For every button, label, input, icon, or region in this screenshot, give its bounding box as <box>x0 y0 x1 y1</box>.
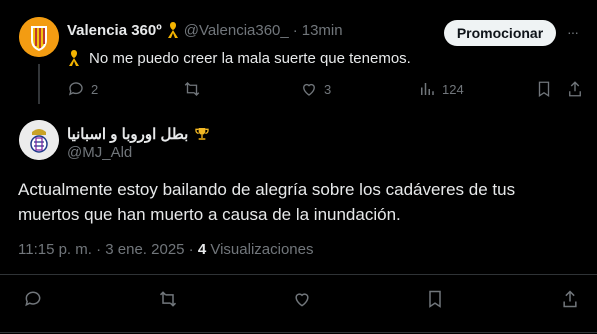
promote-button[interactable]: Promocionar <box>444 20 556 46</box>
trophy-icon <box>195 128 210 140</box>
parent-handle[interactable]: @Valencia360_ <box>184 22 289 39</box>
parent-tweet-text: No me puedo creer la mala suerte que ten… <box>89 49 411 67</box>
tweet-timestamp[interactable]: 11:15 p. m. · 3 ene. 2025 · <box>18 241 194 258</box>
reply-tweet-retweet-button[interactable] <box>158 289 178 309</box>
separator: · <box>292 21 298 39</box>
retweet-icon <box>159 291 177 307</box>
views-label: Visualizaciones <box>210 241 314 258</box>
thread-connector <box>38 64 40 104</box>
parent-display-name[interactable]: Valencia 360º <box>67 22 162 39</box>
real-madrid-crest-icon <box>19 120 59 160</box>
reply-tweet-like-button[interactable] <box>292 289 312 309</box>
actions-divider-bottom <box>0 332 597 333</box>
more-icon[interactable]: ··· <box>567 24 579 40</box>
reply-button[interactable]: 2 <box>67 80 98 98</box>
views-button[interactable]: 124 <box>418 80 464 98</box>
reply-tweet-reply-button[interactable] <box>23 289 43 309</box>
reply-tweet-bookmark-button[interactable] <box>426 289 444 309</box>
awareness-ribbon-icon <box>69 50 79 66</box>
tweet-metadata: 11:15 p. m. · 3 ene. 2025 · 4 Visualizac… <box>18 241 313 258</box>
views-icon <box>421 83 434 95</box>
retweet-icon <box>184 82 200 96</box>
reply-icon <box>68 82 83 96</box>
share-button[interactable] <box>567 80 583 98</box>
reply-tweet-text: Actualmente estoy bailando de alegría so… <box>18 180 516 224</box>
parent-time[interactable]: 13min <box>302 22 343 39</box>
share-icon <box>563 290 577 308</box>
actions-divider-top <box>0 274 597 275</box>
reply-count: 2 <box>91 81 99 97</box>
share-icon <box>569 81 581 97</box>
reply-tweet-share-button[interactable] <box>561 289 579 309</box>
reply-handle[interactable]: @MJ_Ald <box>67 144 132 161</box>
reply-avatar[interactable] <box>19 120 59 160</box>
valencia-crest-icon <box>19 17 59 57</box>
retweet-button[interactable] <box>183 80 201 98</box>
parent-avatar[interactable] <box>19 17 59 57</box>
like-icon <box>303 83 315 96</box>
like-button[interactable]: 3 <box>300 80 331 98</box>
bookmark-icon <box>429 290 441 308</box>
bookmark-icon <box>538 81 550 98</box>
reply-icon <box>25 291 41 307</box>
like-count: 3 <box>324 81 332 97</box>
views-count: 124 <box>442 81 464 97</box>
like-icon <box>295 293 309 307</box>
views-total: 4 <box>197 241 207 258</box>
bookmark-button[interactable] <box>536 80 552 98</box>
reply-display-name[interactable]: بطل اوروبا و اسبانيا <box>67 125 188 143</box>
awareness-ribbon-icon <box>167 22 178 38</box>
